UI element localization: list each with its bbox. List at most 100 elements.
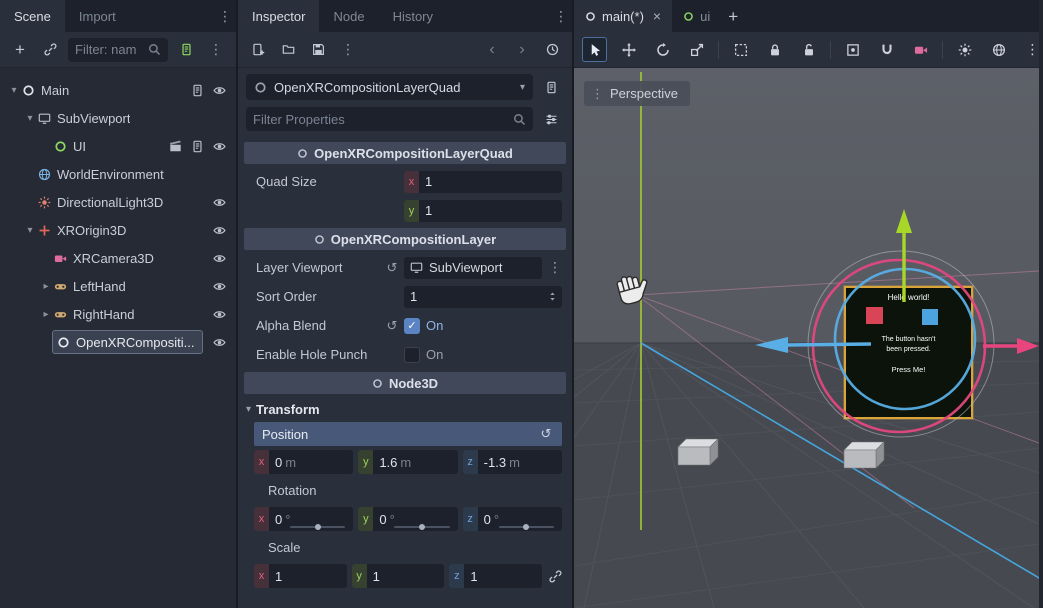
- select-tool-button[interactable]: [582, 37, 607, 62]
- scale-z-field[interactable]: z 1: [449, 564, 542, 588]
- expander-icon[interactable]: ▸: [38, 281, 54, 292]
- resource-menu-icon[interactable]: ⋮: [336, 38, 360, 62]
- scale-link-icon[interactable]: [549, 570, 562, 583]
- tree-row-righthand[interactable]: ▸ RightHand: [0, 300, 236, 328]
- move-tool-button[interactable]: [616, 37, 641, 62]
- enable-hole-punch-checkbox[interactable]: [404, 347, 420, 363]
- tree-row-openxrcompositionlayer[interactable]: OpenXRCompositi...: [0, 328, 236, 356]
- visibility-eye-icon[interactable]: [213, 280, 226, 293]
- position-y-field[interactable]: y 1.6 m: [358, 450, 457, 474]
- expander-icon[interactable]: ▾: [22, 113, 38, 124]
- transform-group-header[interactable]: ▾ Transform: [238, 397, 572, 420]
- open-instanced-scene-icon[interactable]: [169, 140, 182, 153]
- attach-script-button[interactable]: [174, 38, 198, 62]
- camera-preview-button[interactable]: [908, 37, 933, 62]
- tree-row-xrorigin3d[interactable]: ▾ XROrigin3D: [0, 216, 236, 244]
- tab-node[interactable]: Node: [319, 0, 378, 32]
- visibility-eye-icon[interactable]: [213, 308, 226, 321]
- scene-filter-input[interactable]: [75, 42, 148, 57]
- position-x-field[interactable]: x 0 m: [254, 450, 353, 474]
- save-resource-button[interactable]: [306, 38, 330, 62]
- snap-toggle-button[interactable]: [874, 37, 899, 62]
- visibility-eye-icon[interactable]: [213, 196, 226, 209]
- tab-scene[interactable]: Scene: [0, 0, 65, 32]
- scale-y-field[interactable]: y 1: [352, 564, 445, 588]
- visibility-eye-icon[interactable]: [213, 252, 226, 265]
- inspector-tools-button[interactable]: [538, 106, 564, 132]
- category-openxrcompositionlayerquad[interactable]: OpenXRCompositionLayerQuad: [244, 142, 566, 164]
- cube-mesh-left[interactable]: [678, 439, 718, 465]
- visibility-eye-icon[interactable]: [213, 140, 226, 153]
- tree-row-ui[interactable]: UI: [0, 132, 236, 160]
- alpha-blend-checkbox[interactable]: ✓: [404, 318, 420, 334]
- tree-row-lefthand[interactable]: ▸ LeftHand: [0, 272, 236, 300]
- slider-knob[interactable]: [523, 524, 529, 530]
- position-z-field[interactable]: z -1.3 m: [463, 450, 562, 474]
- rotate-tool-button[interactable]: [650, 37, 675, 62]
- visibility-eye-icon[interactable]: [213, 224, 226, 237]
- revert-icon[interactable]: ↺: [538, 426, 554, 442]
- expander-icon[interactable]: ▸: [38, 309, 54, 320]
- tree-row-worldenvironment[interactable]: WorldEnvironment: [0, 160, 236, 188]
- visibility-eye-icon[interactable]: [213, 336, 226, 349]
- list-select-tool-button[interactable]: [728, 37, 753, 62]
- revert-icon[interactable]: ↺: [384, 260, 400, 276]
- tree-row-directionallight3d[interactable]: DirectionalLight3D: [0, 188, 236, 216]
- expander-icon[interactable]: ▾: [22, 225, 38, 236]
- slider-track[interactable]: [499, 526, 554, 528]
- new-resource-button[interactable]: [246, 38, 270, 62]
- selected-tree-item[interactable]: OpenXRCompositi...: [52, 330, 203, 354]
- layer-viewport-value[interactable]: SubViewport: [404, 257, 542, 279]
- tree-row-xrcamera3d[interactable]: XRCamera3D: [0, 244, 236, 272]
- expander-icon[interactable]: ▾: [6, 85, 22, 96]
- quad-size-y-field[interactable]: y 1: [404, 200, 562, 222]
- layer-viewport-menu-icon[interactable]: ⋮: [548, 259, 562, 276]
- spinner-updown-icon[interactable]: [547, 291, 558, 302]
- category-node3d[interactable]: Node3D: [244, 372, 566, 394]
- instantiate-scene-button[interactable]: [38, 38, 62, 62]
- rotation-z-field[interactable]: z 0 °: [463, 507, 562, 531]
- scale-x-field[interactable]: x 1: [254, 564, 347, 588]
- quad-size-x-field[interactable]: x 1: [404, 171, 562, 193]
- property-position-header[interactable]: Position ↺: [254, 422, 562, 446]
- tab-history[interactable]: History: [379, 0, 447, 32]
- slider-knob[interactable]: [419, 524, 425, 530]
- rotation-x-field[interactable]: x 0 °: [254, 507, 353, 531]
- visibility-eye-icon[interactable]: [213, 84, 226, 97]
- new-scene-tab-button[interactable]: +: [721, 4, 745, 28]
- composition-layer-quad[interactable]: Hello world! The button hasn't been pres…: [844, 286, 973, 419]
- revert-icon[interactable]: ↺: [384, 318, 400, 334]
- script-icon[interactable]: [191, 84, 204, 97]
- rotation-y-field[interactable]: y 0 °: [358, 507, 457, 531]
- tab-import[interactable]: Import: [65, 0, 130, 32]
- cube-mesh-right[interactable]: [844, 442, 884, 468]
- close-tab-icon[interactable]: ×: [653, 8, 661, 24]
- perspective-menu[interactable]: ⋮ Perspective: [584, 81, 690, 106]
- edited-object-selector[interactable]: OpenXRCompositionLayerQuad ▾: [246, 74, 533, 100]
- sort-order-field[interactable]: 1: [404, 286, 562, 308]
- scene-tab-ui[interactable]: ui: [672, 0, 721, 32]
- open-docs-button[interactable]: [538, 74, 564, 100]
- load-resource-button[interactable]: [276, 38, 300, 62]
- slider-track[interactable]: [290, 526, 345, 528]
- scene-tab-main[interactable]: main(*) ×: [574, 0, 672, 32]
- inspector-filter-input[interactable]: [253, 112, 513, 127]
- slider-knob[interactable]: [315, 524, 321, 530]
- unlock-selected-button[interactable]: [796, 37, 821, 62]
- scale-tool-button[interactable]: [684, 37, 709, 62]
- group-selected-button[interactable]: [840, 37, 865, 62]
- slider-track[interactable]: [394, 526, 449, 528]
- viewport-menu-icon[interactable]: ⋮: [1020, 37, 1043, 62]
- tree-row-main[interactable]: ▾ Main: [0, 76, 236, 104]
- environment-settings-button[interactable]: [986, 37, 1011, 62]
- category-openxrcompositionlayer[interactable]: OpenXRCompositionLayer: [244, 228, 566, 250]
- lock-selected-button[interactable]: [762, 37, 787, 62]
- tree-row-subviewport[interactable]: ▾ SubViewport: [0, 104, 236, 132]
- inspector-dock-menu-icon[interactable]: ⋮: [550, 0, 572, 32]
- add-node-button[interactable]: +: [8, 38, 32, 62]
- script-icon[interactable]: [191, 140, 204, 153]
- history-forward-button[interactable]: ›: [510, 38, 534, 62]
- tab-inspector[interactable]: Inspector: [238, 0, 319, 32]
- scene-dock-menu-icon[interactable]: ⋮: [214, 0, 236, 32]
- sun-settings-button[interactable]: [952, 37, 977, 62]
